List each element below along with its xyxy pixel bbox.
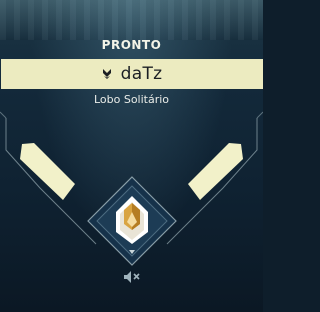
right-accent-bar	[188, 143, 243, 200]
card-frame	[0, 111, 263, 266]
left-accent-bar	[20, 143, 75, 200]
speaker-muted-icon[interactable]	[121, 268, 143, 286]
